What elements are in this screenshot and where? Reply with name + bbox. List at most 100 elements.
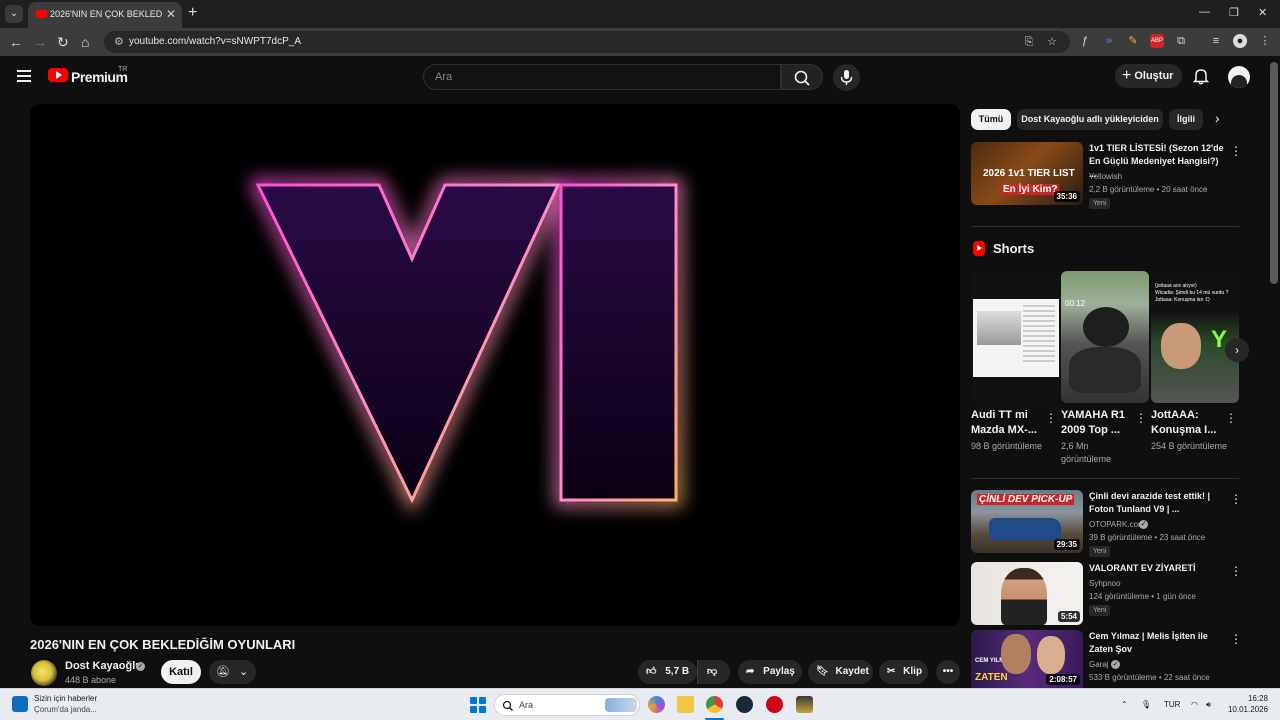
back-button[interactable]: ← <box>9 34 23 50</box>
windows-start-icon[interactable] <box>470 697 486 713</box>
clock-time[interactable]: 16:28 <box>1234 694 1268 703</box>
like-button[interactable]: 👍︎ 5,7 B <box>638 660 697 684</box>
recommendation-title[interactable]: Çinli devi arazide test ettik! | Foton T… <box>1089 490 1225 516</box>
more-vertical-icon[interactable]: ⋮ <box>1230 564 1242 578</box>
microphone-icon <box>840 70 853 85</box>
extension-translate-icon[interactable]: » <box>1102 34 1116 48</box>
home-button[interactable]: ⌂ <box>81 34 89 50</box>
chip-from-uploader[interactable]: Dost Kayaoğlu adlı yükleyiciden <box>1017 109 1163 130</box>
news-title[interactable]: Sizin için haberler <box>34 694 97 703</box>
tab-search-button[interactable]: ⌄ <box>5 5 23 23</box>
more-actions-button[interactable]: ••• <box>936 660 960 684</box>
create-button[interactable]: + Oluştur <box>1115 64 1182 88</box>
thumbnail-text: 2026 1v1 TIER LIST <box>983 168 1075 179</box>
search-button[interactable] <box>781 64 823 90</box>
media-control-icon[interactable]: ≡ <box>1209 34 1223 48</box>
channel-avatar[interactable] <box>31 660 57 686</box>
recommendation-channel[interactable]: Yellowish <box>1089 172 1122 181</box>
menu-icon[interactable] <box>17 70 31 82</box>
extensions-puzzle-icon[interactable]: ⧉ <box>1174 34 1188 48</box>
share-button[interactable]: ➦ Paylaş <box>738 660 802 684</box>
browser-menu-icon[interactable]: ⋮ <box>1258 34 1272 48</box>
site-info-icon[interactable]: ⚙ <box>114 35 124 48</box>
more-vertical-icon[interactable]: ⋮ <box>1045 411 1057 425</box>
short-title[interactable]: Audi TT mi Mazda MX-... <box>971 408 1043 438</box>
join-button[interactable]: Katıl <box>161 660 201 684</box>
page-scrollbar[interactable] <box>1270 62 1278 284</box>
search-input[interactable]: Ara <box>423 64 781 90</box>
bookmark-star-icon[interactable]: ☆ <box>1045 35 1059 49</box>
more-vertical-icon[interactable]: ⋮ <box>1230 144 1242 158</box>
close-tab-icon[interactable]: ✕ <box>166 7 176 21</box>
chevron-right-icon[interactable]: › <box>1215 110 1220 126</box>
recommendation-item[interactable]: CEM YILMAZ ZATEN 2:08:57 Cem Yılmaz | Me… <box>971 630 1242 688</box>
recommendation-channel[interactable]: Syhpnoo <box>1089 579 1121 588</box>
browser-tab[interactable]: 2026'NIN EN ÇOK BEKLEDİĞİM ✕ <box>28 2 182 28</box>
short-item[interactable]: (jottaaa ace atıyor) Wicadia: Şimdi bu 1… <box>1151 271 1239 451</box>
short-thumbnail[interactable]: 00:12 <box>1061 271 1149 403</box>
search-icon <box>794 70 810 86</box>
wifi-icon[interactable]: ◠ <box>1191 700 1198 709</box>
channel-name[interactable]: Dost Kayaoğlu <box>65 660 142 672</box>
more-vertical-icon[interactable]: ⋮ <box>1230 492 1242 506</box>
profile-icon[interactable]: ● <box>1233 34 1247 48</box>
maximize-button[interactable]: ❐ <box>1229 6 1239 19</box>
youtube-logo-icon[interactable] <box>48 68 68 82</box>
video-thumbnail[interactable]: CEM YILMAZ ZATEN 2:08:57 <box>971 630 1083 688</box>
input-language[interactable]: TUR <box>1164 700 1180 709</box>
news-widget-icon[interactable] <box>12 696 28 712</box>
clock-date[interactable]: 10.01.2026 <box>1226 705 1268 714</box>
recommendation-title[interactable]: VALORANT EV ZİYARETİ <box>1089 562 1225 575</box>
more-vertical-icon[interactable]: ⋮ <box>1230 632 1242 646</box>
video-thumbnail[interactable]: 5:54 <box>971 562 1083 625</box>
more-vertical-icon[interactable]: ⋮ <box>1135 411 1147 425</box>
video-player[interactable] <box>30 104 960 626</box>
subscription-bell-button[interactable]: 🔕︎ ⌄ <box>209 660 256 684</box>
short-thumbnail[interactable] <box>971 271 1059 403</box>
clip-button[interactable]: ✂ Klip <box>879 660 928 684</box>
video-thumbnail[interactable]: 2026 1v1 TIER LIST En İyi Kim? 35:36 <box>971 142 1083 205</box>
extension-f-icon[interactable]: ƒ <box>1078 34 1092 48</box>
short-thumbnail[interactable]: (jottaaa ace atıyor) Wicadia: Şimdi bu 1… <box>1151 271 1239 403</box>
taskbar-search-input[interactable]: Ara <box>494 694 640 716</box>
minimize-button[interactable]: — <box>1199 6 1210 18</box>
microphone-tray-icon[interactable]: 🎙︎ <box>1141 700 1151 709</box>
short-item[interactable]: Audi TT mi Mazda MX-... 98 B görüntüleme… <box>971 271 1059 451</box>
adblock-icon[interactable]: ABP <box>1150 34 1164 48</box>
chip-related[interactable]: İlgili <box>1169 109 1203 130</box>
recommendation-item[interactable]: ÇİNLİ DEV PICK-UP 29:35 Çinli devi arazi… <box>971 490 1242 557</box>
recommendation-item[interactable]: 2026 1v1 TIER LIST En İyi Kim? 35:36 1v1… <box>971 142 1242 209</box>
recommendation-item[interactable]: 5:54 VALORANT EV ZİYARETİ Syhpnoo 124 gö… <box>971 562 1242 625</box>
new-tab-button[interactable]: + <box>188 4 197 22</box>
video-thumbnail[interactable]: ÇİNLİ DEV PICK-UP 29:35 <box>971 490 1083 553</box>
game-app-icon[interactable] <box>796 696 813 713</box>
chip-all[interactable]: Tümü <box>971 109 1011 130</box>
forward-button[interactable]: → <box>33 34 47 50</box>
chrome-icon[interactable] <box>706 696 723 713</box>
notifications-bell-icon[interactable] <box>1193 67 1209 85</box>
voice-search-button[interactable] <box>833 64 860 91</box>
file-explorer-icon[interactable] <box>677 696 694 713</box>
recommendation-title[interactable]: Cem Yılmaz | Melis İşiten ile Zaten Şov <box>1089 630 1225 656</box>
tray-overflow-icon[interactable]: ⌃ <box>1121 700 1128 709</box>
reload-button[interactable]: ↻ <box>57 34 69 51</box>
install-app-icon[interactable]: ⎘ <box>1022 35 1036 49</box>
account-avatar[interactable] <box>1228 66 1250 88</box>
dislike-button[interactable]: 👎︎ <box>697 660 730 684</box>
copilot-icon[interactable] <box>648 696 665 713</box>
short-item[interactable]: 00:12 YAMAHA R1 2009 Top ... 2,6 Mn görü… <box>1061 271 1149 464</box>
more-vertical-icon[interactable]: ⋮ <box>1225 411 1237 425</box>
short-title[interactable]: YAMAHA R1 2009 Top ... <box>1061 408 1133 438</box>
steam-icon[interactable] <box>736 696 753 713</box>
address-bar[interactable]: ⚙ youtube.com/watch?v=sNWPT7dcP_A ⎘ ☆ <box>104 31 1070 53</box>
recommendation-channel[interactable]: Garaj <box>1089 660 1109 669</box>
news-subtitle[interactable]: Çorum'da janda... <box>34 705 97 714</box>
extension-pen-icon[interactable]: ✎ <box>1126 34 1140 48</box>
shorts-next-button[interactable]: › <box>1225 338 1249 362</box>
short-title[interactable]: JottAAA: Konuşma I... <box>1151 408 1223 438</box>
close-window-button[interactable]: ✕ <box>1258 6 1267 19</box>
volume-icon[interactable]: 🔊︎ <box>1206 700 1211 710</box>
recommendation-channel[interactable]: OTOPARK.com <box>1089 520 1145 529</box>
save-button[interactable]: 🔖︎ Kaydet <box>808 660 873 684</box>
red-app-icon[interactable] <box>766 696 783 713</box>
